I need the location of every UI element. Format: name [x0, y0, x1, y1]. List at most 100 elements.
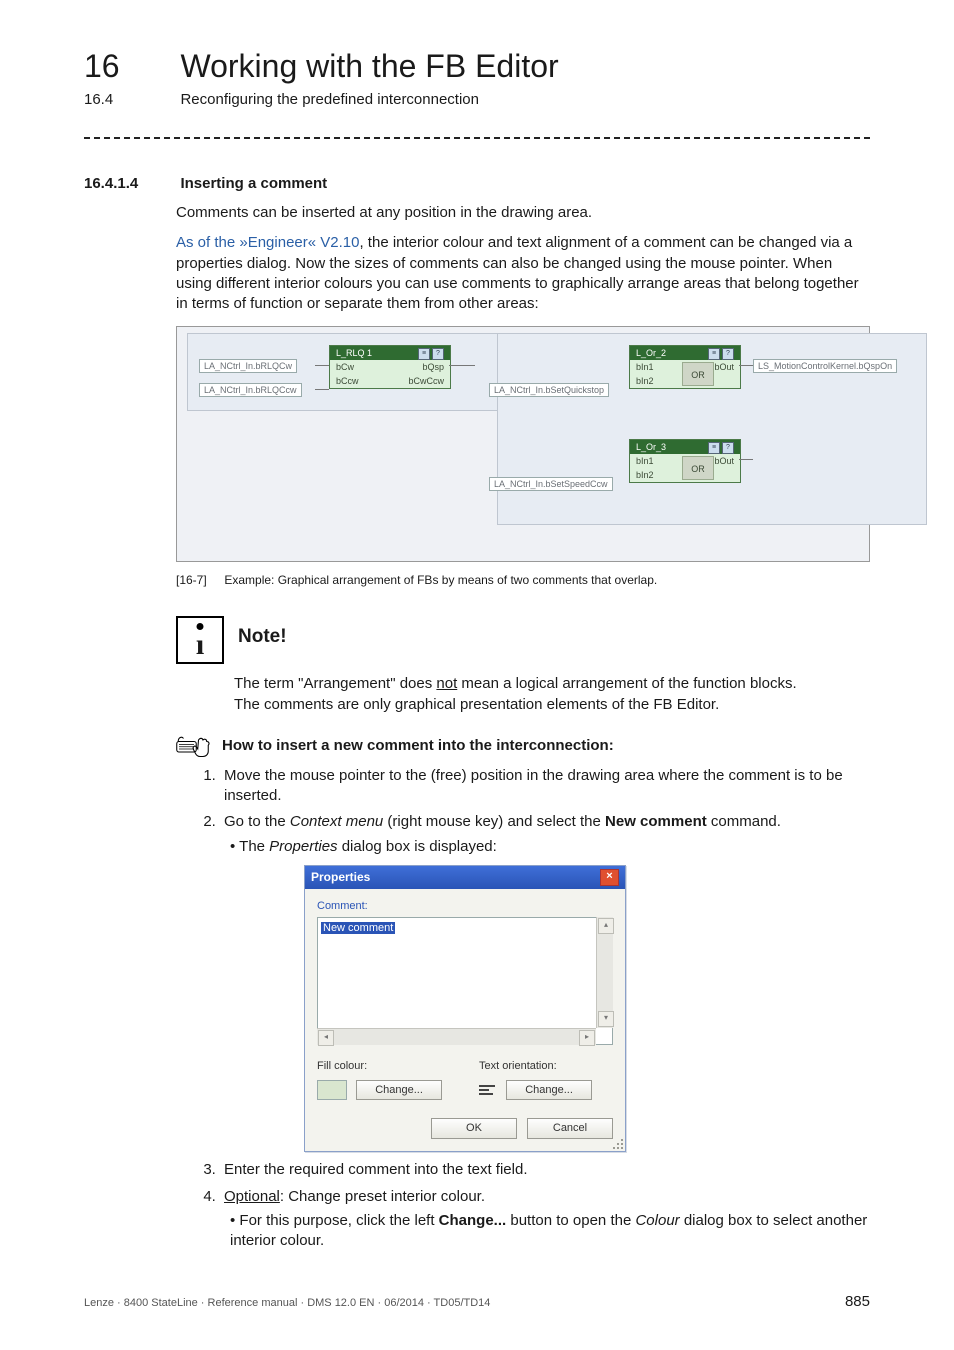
- resize-grip[interactable]: [611, 1137, 623, 1149]
- info-icon: ı: [176, 616, 224, 664]
- subsection-title: Reconfiguring the predefined interconnec…: [180, 91, 479, 108]
- text-bold: Change...: [439, 1212, 507, 1229]
- text-underline: not: [436, 675, 457, 692]
- paragraph: Comments can be inserted at any position…: [176, 203, 870, 223]
- field-label: Comment:: [317, 899, 613, 914]
- fb-pin: bIn2: [636, 469, 654, 481]
- field-label: Text orientation:: [479, 1059, 613, 1074]
- properties-dialog: Properties × Comment: New comment ▴ ▾ ◂ …: [304, 865, 626, 1152]
- procedure-icon: [176, 734, 212, 758]
- note-title: Note!: [238, 626, 287, 648]
- port-label: LA_NCtrl_In.bSetSpeedCcw: [489, 477, 613, 491]
- dialog-title: Properties: [311, 869, 370, 885]
- text: Move the mouse pointer to the (free) pos…: [224, 767, 843, 804]
- fb-block-or2: L_Or_2 ≡? bIn1 bOut bIn2 OR: [629, 345, 741, 389]
- fb-pin: bOut: [714, 455, 734, 467]
- change-orientation-button[interactable]: Change...: [506, 1080, 592, 1101]
- port-label: LA_NCtrl_In.bRLQCcw: [199, 383, 302, 397]
- wire: [739, 459, 753, 460]
- text-underline: Optional: [224, 1188, 280, 1205]
- substep: The Properties dialog box is displayed:: [230, 837, 870, 857]
- port-label: LA_NCtrl_In.bSetQuickstop: [489, 383, 609, 397]
- text: The: [239, 838, 269, 855]
- fb-pin: bIn1: [636, 455, 654, 467]
- section-number: 16.4.1.4: [84, 175, 176, 192]
- text: Go to the: [224, 813, 290, 830]
- text: : Change preset interior colour.: [280, 1188, 485, 1205]
- fb-pin: bIn1: [636, 361, 654, 373]
- section-title: Inserting a comment: [180, 175, 327, 192]
- paragraph: As of the »Engineer« V2.10, the interior…: [176, 233, 870, 314]
- scrollbar-horizontal[interactable]: ◂ ▸: [317, 1028, 596, 1045]
- text: Enter the required comment into the text…: [224, 1161, 528, 1178]
- text: button to open the: [506, 1212, 635, 1229]
- figure-caption-text: Example: Graphical arrangement of FBs by…: [224, 573, 657, 587]
- field-label: Fill colour:: [317, 1059, 451, 1074]
- text: mean a logical arrangement of the functi…: [457, 675, 796, 692]
- steps-list: Move the mouse pointer to the (free) pos…: [202, 766, 870, 1251]
- fb-head-icons: ≡?: [706, 440, 734, 454]
- scroll-down-icon[interactable]: ▾: [598, 1011, 614, 1027]
- wire: [315, 365, 329, 366]
- fb-op: OR: [682, 456, 714, 480]
- close-button[interactable]: ×: [600, 869, 619, 886]
- scroll-up-icon[interactable]: ▴: [598, 918, 614, 934]
- howto-title: How to insert a new comment into the int…: [222, 737, 614, 754]
- fb-pin: bOut: [714, 361, 734, 373]
- step-item: Move the mouse pointer to the (free) pos…: [220, 766, 870, 807]
- fb-pin: bIn2: [636, 375, 654, 387]
- port-label: LA_NCtrl_In.bRLQCw: [199, 359, 297, 373]
- align-left-icon: [479, 1083, 497, 1097]
- fb-head-icons: ≡?: [706, 346, 734, 360]
- ok-button[interactable]: OK: [431, 1118, 517, 1139]
- fb-block-or3: L_Or_3 ≡? bIn1 bOut bIn2 OR: [629, 439, 741, 483]
- step-item: Optional: Change preset interior colour.…: [220, 1187, 870, 1252]
- fb-title: L_RLQ 1: [336, 347, 372, 359]
- port-label: LS_MotionControlKernel.bQspOn: [753, 359, 897, 373]
- comment-textarea[interactable]: New comment ▴ ▾ ◂ ▸: [317, 917, 613, 1045]
- chapter-title: Working with the FB Editor: [180, 48, 558, 85]
- wire: [449, 365, 475, 366]
- chapter-number: 16: [84, 48, 176, 85]
- color-swatch: [317, 1080, 347, 1100]
- version-tag: As of the »Engineer« V2.10: [176, 234, 359, 251]
- step-item: Go to the Context menu (right mouse key)…: [220, 812, 870, 1152]
- text: For this purpose, click the left: [239, 1212, 438, 1229]
- text: The term "Arrangement" does: [234, 675, 436, 692]
- subsection-number: 16.4: [84, 91, 176, 108]
- figure-caption: [16-7] Example: Graphical arrangement of…: [176, 572, 870, 588]
- text-italic: Properties: [269, 838, 337, 855]
- figure-tag: [16-7]: [176, 572, 221, 588]
- fb-pin: bCwCcw: [408, 375, 444, 387]
- fb-op: OR: [682, 362, 714, 386]
- fb-title: L_Or_2: [636, 347, 666, 359]
- fb-head-icons: ≡?: [416, 346, 444, 360]
- scrollbar-vertical[interactable]: ▴ ▾: [596, 917, 613, 1028]
- fb-pin: bCcw: [336, 375, 359, 387]
- fb-title: L_Or_3: [636, 441, 666, 453]
- text: command.: [707, 813, 781, 830]
- cancel-button[interactable]: Cancel: [527, 1118, 613, 1139]
- text: The comments are only graphical presenta…: [234, 696, 719, 713]
- text-italic: Context menu: [290, 813, 383, 830]
- note-body: The term "Arrangement" does not mean a l…: [234, 674, 870, 715]
- page-number: 885: [845, 1293, 870, 1310]
- scroll-right-icon[interactable]: ▸: [579, 1030, 595, 1046]
- scroll-left-icon[interactable]: ◂: [318, 1030, 334, 1046]
- figure-fb-diagram: LA_NCtrl_In.bRLQCw LA_NCtrl_In.bRLQCcw L…: [176, 326, 870, 562]
- fb-pin: bCw: [336, 361, 354, 373]
- change-fill-button[interactable]: Change...: [356, 1080, 442, 1101]
- divider: [84, 137, 870, 139]
- substep: For this purpose, click the left Change.…: [230, 1211, 870, 1252]
- textarea-value: New comment: [321, 922, 395, 934]
- text: (right mouse key) and select the: [383, 813, 605, 830]
- text: dialog box is displayed:: [338, 838, 497, 855]
- text-bold: New comment: [605, 813, 707, 830]
- wire: [315, 389, 329, 390]
- step-item: Enter the required comment into the text…: [220, 1160, 870, 1180]
- text-italic: Colour: [635, 1212, 679, 1229]
- wire: [739, 365, 753, 366]
- footer-text: Lenze · 8400 StateLine · Reference manua…: [84, 1297, 490, 1309]
- fb-block-rlq: L_RLQ 1 ≡? bCw bQsp bCcw bCwCcw: [329, 345, 451, 389]
- fb-pin: bQsp: [422, 361, 444, 373]
